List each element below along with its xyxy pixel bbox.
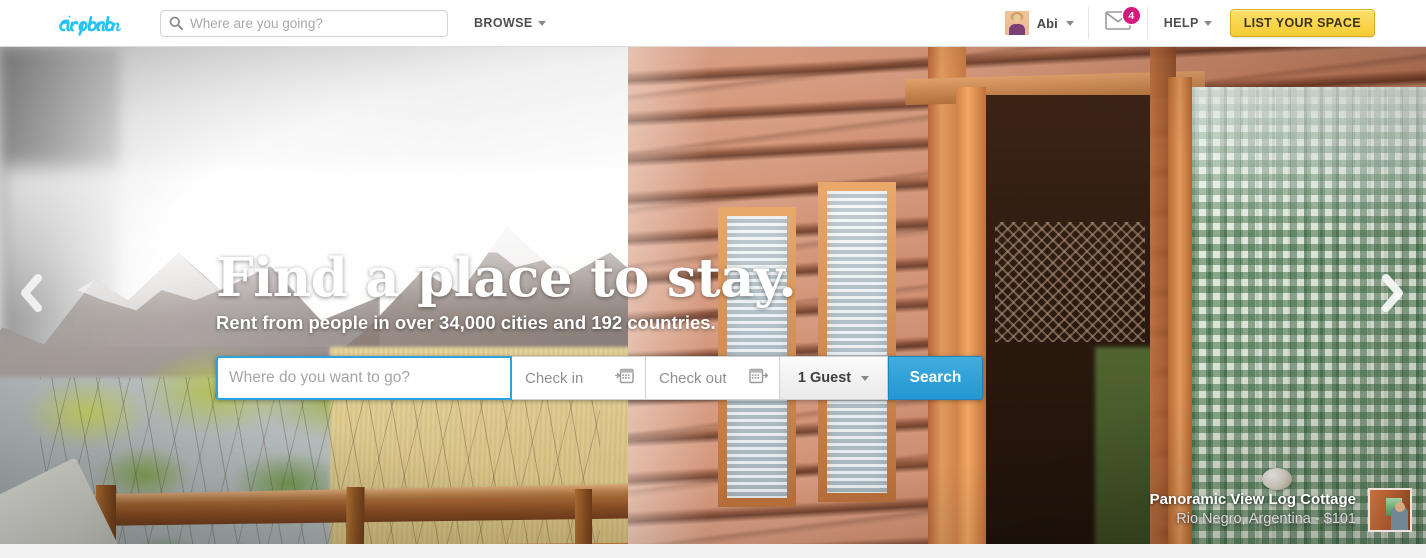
browse-label: BROWSE — [474, 16, 533, 30]
list-your-space-label: LIST YOUR SPACE — [1243, 16, 1361, 30]
chevron-down-icon — [1065, 20, 1074, 26]
destination-input[interactable] — [229, 369, 499, 387]
listing-caption[interactable]: Panoramic View Log Cottage Rio Negro, Ar… — [1150, 488, 1412, 532]
search-icon — [169, 16, 183, 30]
calendar-icon — [614, 367, 634, 390]
guests-select[interactable]: 1 Guest — [780, 356, 888, 400]
header-search-box[interactable] — [160, 9, 448, 37]
help-label: HELP — [1163, 16, 1199, 30]
search-button-label: Search — [909, 369, 962, 386]
guests-label: 1 Guest — [797, 370, 852, 386]
chevron-left-icon — [18, 273, 44, 318]
carousel-prev-button[interactable] — [10, 268, 52, 324]
hero-search-bar: Check in Check out — [216, 356, 983, 400]
carousel-next-button[interactable] — [1372, 268, 1414, 324]
checkin-field[interactable]: Check in — [512, 356, 646, 400]
user-name: Abi — [1036, 15, 1058, 31]
listing-location-price: Rio Negro, Argentina - $101 — [1176, 511, 1356, 528]
messages-button[interactable]: 4 — [1089, 7, 1148, 39]
browse-menu[interactable]: BROWSE — [474, 16, 546, 30]
checkin-label: Check in — [525, 369, 584, 387]
help-menu[interactable]: HELP — [1164, 16, 1212, 30]
user-menu[interactable]: Abi — [1004, 7, 1089, 39]
page-bottom-strip — [0, 544, 1426, 558]
listing-thumbnail[interactable] — [1368, 488, 1412, 532]
destination-field[interactable] — [216, 356, 512, 400]
calendar-icon — [749, 367, 769, 390]
chevron-down-icon — [1203, 20, 1212, 26]
listing-title: Panoramic View Log Cottage — [1149, 491, 1356, 509]
checkout-label: Check out — [659, 369, 727, 387]
header-right-cluster: Abi 4 HELP LIST YOUR SPACE — [1004, 0, 1375, 47]
chevron-down-icon — [537, 20, 546, 26]
checkout-field[interactable]: Check out — [646, 356, 780, 400]
header-search-input[interactable] — [190, 15, 439, 31]
hero-headline: Find a place to stay. — [216, 247, 797, 309]
chevron-down-icon — [861, 375, 870, 381]
avatar — [1004, 11, 1029, 35]
airbnb-logo[interactable] — [57, 8, 145, 38]
list-your-space-button[interactable]: LIST YOUR SPACE — [1229, 9, 1375, 37]
hero-subheadline: Rent from people in over 34,000 cities a… — [216, 312, 716, 333]
search-button[interactable]: Search — [888, 356, 983, 400]
messages-badge: 4 — [1122, 7, 1140, 24]
site-header: BROWSE Abi 4 HELP LIST YOUR SPACE — [0, 0, 1426, 47]
hero-banner: Find a place to stay. Rent from people i… — [0, 47, 1426, 544]
chevron-right-icon — [1380, 273, 1406, 318]
